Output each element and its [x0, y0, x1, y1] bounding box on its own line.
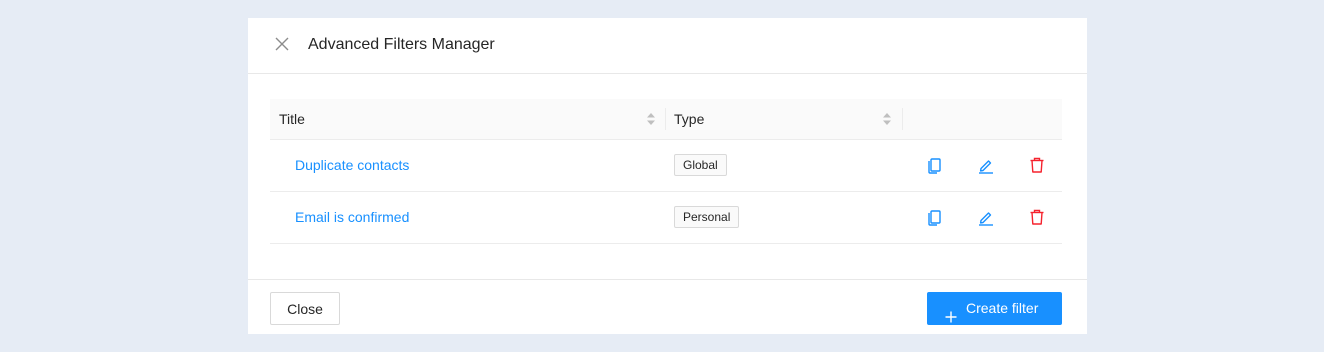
filter-type-tag: Personal	[674, 206, 740, 228]
copy-icon[interactable]	[926, 156, 944, 174]
column-header-title[interactable]: Title	[279, 99, 305, 139]
close-button[interactable]: Close	[270, 292, 340, 325]
table-row: Email is confirmed Personal	[270, 192, 1062, 244]
edit-icon[interactable]	[977, 156, 995, 174]
advanced-filters-modal: Advanced Filters Manager Title Type Dupl…	[248, 18, 1087, 334]
create-filter-button[interactable]: Create filter	[927, 292, 1062, 325]
modal-header: Advanced Filters Manager	[248, 18, 1087, 74]
copy-icon[interactable]	[926, 208, 944, 226]
delete-icon[interactable]	[1028, 156, 1046, 174]
create-filter-label: Create filter	[966, 300, 1039, 316]
close-icon[interactable]	[274, 36, 290, 52]
table-row: Duplicate contacts Global	[270, 140, 1062, 192]
filter-type-tag: Global	[674, 154, 727, 176]
modal-title: Advanced Filters Manager	[308, 36, 495, 53]
filter-title-link[interactable]: Email is confirmed	[295, 192, 409, 243]
column-divider	[902, 108, 903, 130]
plus-icon	[945, 302, 957, 323]
filter-title-link[interactable]: Duplicate contacts	[295, 140, 409, 191]
sort-icon[interactable]	[646, 111, 656, 127]
delete-icon[interactable]	[1028, 208, 1046, 226]
modal-footer: Close Create filter	[248, 279, 1087, 335]
filters-table: Title Type Duplicate contacts Global Ema…	[270, 99, 1062, 244]
column-divider	[665, 108, 666, 130]
column-header-type[interactable]: Type	[674, 99, 704, 139]
edit-icon[interactable]	[977, 208, 995, 226]
sort-icon[interactable]	[882, 111, 892, 127]
table-header: Title Type	[270, 99, 1062, 140]
